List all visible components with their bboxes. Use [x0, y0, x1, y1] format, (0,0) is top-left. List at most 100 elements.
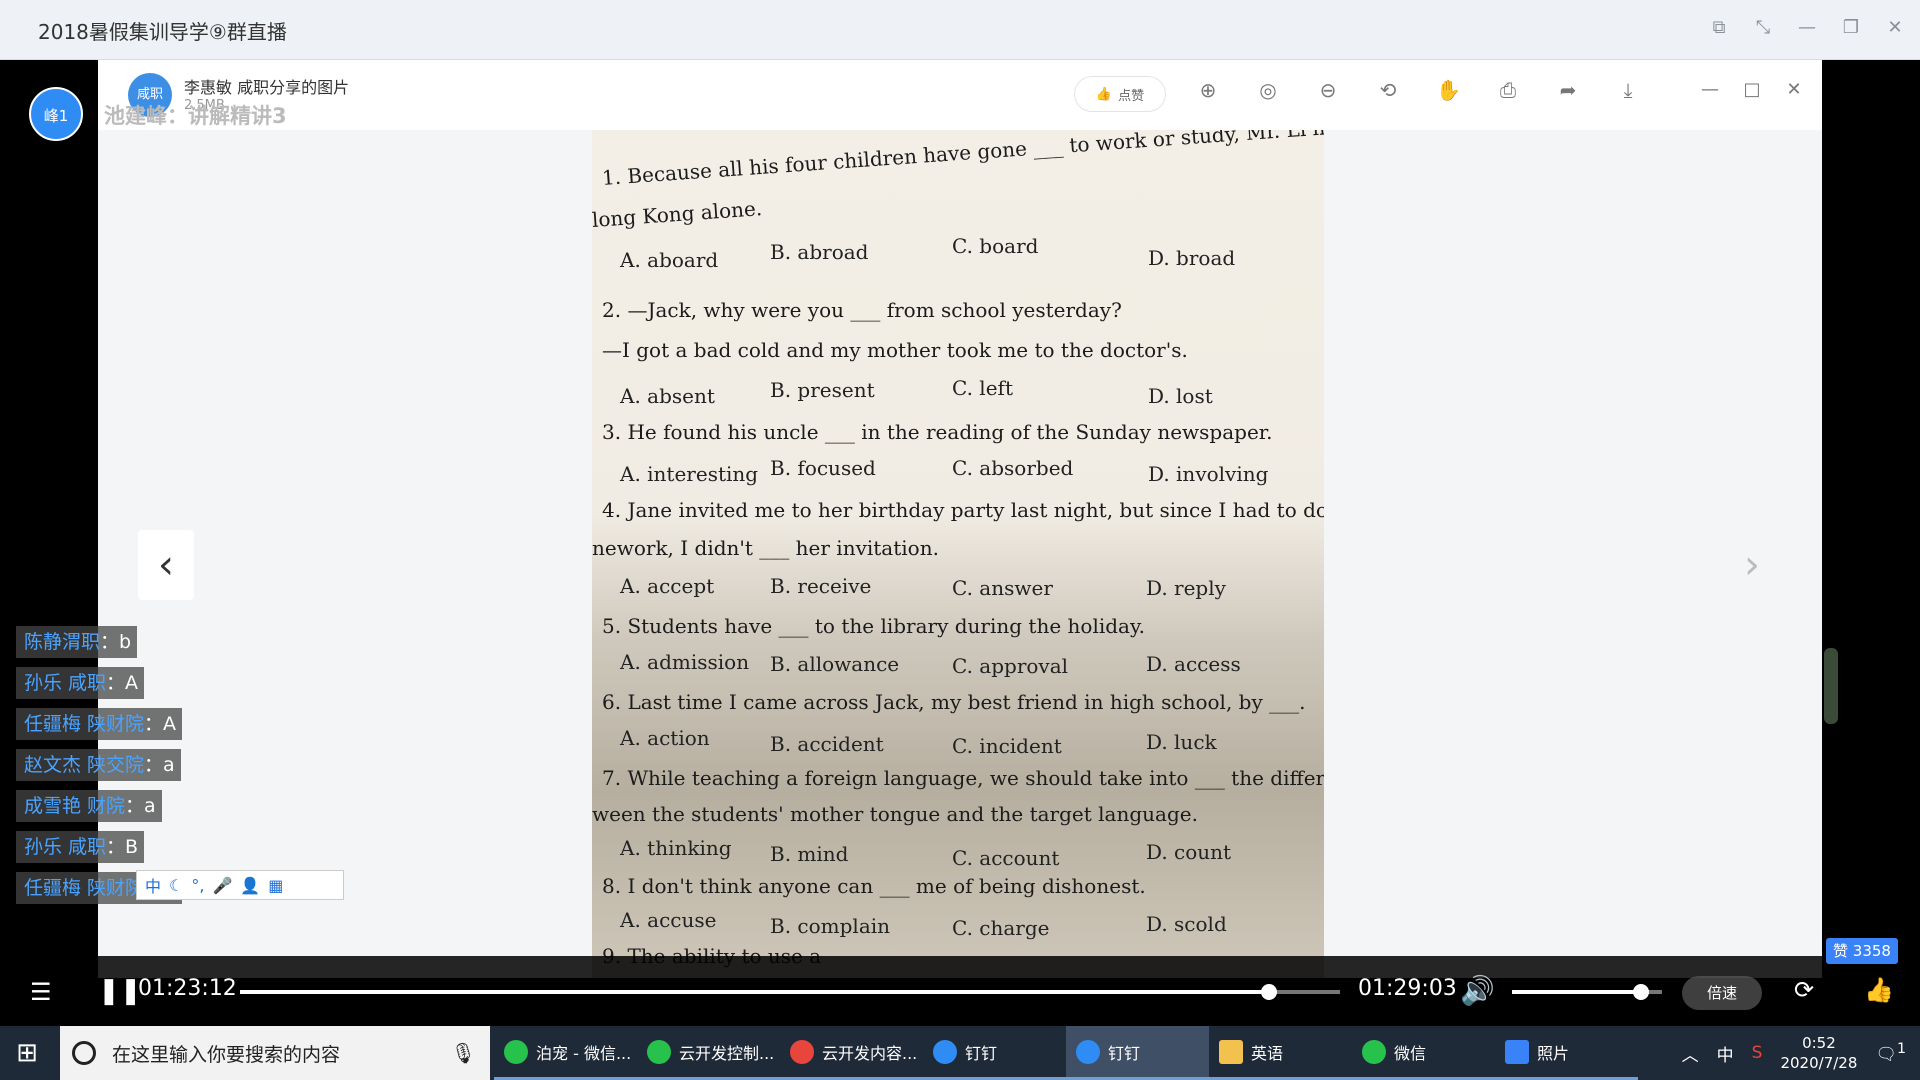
- playback-speed-button[interactable]: 倍速: [1682, 976, 1762, 1010]
- chat-message: 赵文杰 陕交院：a: [16, 749, 181, 781]
- taskbar-item[interactable]: 云开发控制...: [637, 1026, 780, 1080]
- taskbar-item[interactable]: 云开发内容...: [780, 1026, 923, 1080]
- zoom-out-icon[interactable]: ⊖: [1316, 78, 1340, 102]
- actual-size-icon[interactable]: ◎: [1256, 78, 1280, 102]
- cortana-icon: [72, 1041, 96, 1065]
- mic-icon[interactable]: 🎤: [212, 876, 232, 895]
- question-3: 3. He found his uncle ___ in the reading…: [602, 420, 1273, 444]
- taskbar-apps: 泊宠 - 微信... 云开发控制... 云开发内容... 钉钉 钉钉 英语 微信…: [494, 1026, 1638, 1080]
- taskbar-item[interactable]: 照片: [1495, 1026, 1638, 1080]
- taskbar-item[interactable]: 钉钉: [923, 1026, 1066, 1080]
- question-7: 7. While teaching a foreign language, we…: [602, 766, 1324, 790]
- moon-icon[interactable]: ☾: [169, 876, 183, 895]
- chat-message: 孙乐 咸职：B: [16, 831, 145, 863]
- image-viewer-window: 咸职 李惠敏 咸职分享的图片 2.5MB 👍 点赞 ⊕ ◎ ⊖ ⟲ ✋ ⎙ ➦ …: [98, 60, 1838, 978]
- wechat-icon: [504, 1039, 528, 1064]
- chevron-right-icon: ›: [1744, 542, 1760, 588]
- restore-icon[interactable]: ❐: [1840, 16, 1862, 40]
- chat-message: 孙乐 咸职：A: [16, 667, 145, 699]
- notification-icon[interactable]: 🗨1: [1875, 1041, 1906, 1065]
- current-time: 01:23:12: [138, 976, 237, 1001]
- viewer-header: 咸职 李惠敏 咸职分享的图片 2.5MB 👍 点赞 ⊕ ◎ ⊖ ⟲ ✋ ⎙ ➦ …: [98, 60, 1822, 130]
- seek-bar-fill: [240, 990, 1269, 994]
- image-stage: 1. Because all his four children have go…: [98, 130, 1838, 978]
- like-button[interactable]: 👍 点赞: [1074, 76, 1166, 112]
- photos-icon: [1505, 1039, 1529, 1064]
- question-2: 2. —Jack, why were you ___ from school y…: [602, 298, 1122, 322]
- previous-image-button[interactable]: ‹: [138, 530, 194, 600]
- user-icon[interactable]: 👤: [240, 876, 260, 895]
- question-5: 5. Students have ___ to the library duri…: [602, 614, 1145, 638]
- wechat-devtools-icon: [647, 1039, 671, 1064]
- hand-icon[interactable]: ✋: [1436, 78, 1461, 102]
- minimize-icon[interactable]: —: [1796, 16, 1818, 40]
- volume-icon[interactable]: 🔊: [1460, 974, 1495, 1007]
- viewer-minimize-icon[interactable]: —: [1700, 78, 1720, 102]
- question-4: 4. Jane invited me to her birthday party…: [602, 498, 1324, 522]
- input-language[interactable]: 中: [1717, 1041, 1734, 1066]
- thumbs-up-icon: 👍: [1095, 86, 1113, 102]
- window-controls: ⧉ ⤡ — ❐ ✕: [1708, 16, 1906, 40]
- windows-taskbar: ⊞ 在这里输入你要搜索的内容 🎙 泊宠 - 微信... 云开发控制... 云开发…: [0, 1026, 1920, 1080]
- dingtalk-icon: [933, 1039, 957, 1064]
- window-titlebar: 2018暑假集训导学⑨群直播 ⧉ ⤡ — ❐ ✕: [0, 0, 1920, 60]
- question-6: 6. Last time I came across Jack, my best…: [602, 690, 1306, 714]
- print-icon[interactable]: ⎙: [1496, 78, 1520, 102]
- taskbar-search[interactable]: 在这里输入你要搜索的内容 🎙: [60, 1026, 490, 1080]
- windows-start-icon[interactable]: ⊞: [12, 1038, 42, 1068]
- wechat-icon: [1362, 1039, 1386, 1064]
- viewer-title: 李惠敏 咸职分享的图片: [184, 78, 350, 97]
- taskbar-item[interactable]: 泊宠 - 微信...: [494, 1026, 637, 1080]
- dingtalk-icon: [1076, 1039, 1100, 1064]
- viewer-maximize-icon[interactable]: □: [1742, 78, 1762, 102]
- subtitle-list-icon[interactable]: ☰: [30, 978, 52, 1006]
- question-4-cont: nework, I didn't ___ her invitation.: [592, 536, 939, 560]
- clock[interactable]: 0:52 2020/7/28: [1780, 1033, 1857, 1073]
- ime-toolbar[interactable]: 中 ☾ °, 🎤 👤 ▦: [136, 870, 344, 900]
- chevron-left-icon: ‹: [158, 542, 174, 588]
- viewer-window-controls: — □ ✕: [1700, 78, 1804, 102]
- microphone-icon[interactable]: 🎙: [451, 1041, 476, 1065]
- folder-icon: [1219, 1039, 1243, 1064]
- volume-bar-fill: [1512, 990, 1641, 994]
- total-time: 01:29:03: [1358, 976, 1457, 1001]
- volume-knob[interactable]: [1633, 984, 1649, 1000]
- presenter-overlay-name: 池建峰：讲解精讲3: [104, 104, 287, 128]
- ime-mode[interactable]: 中: [145, 873, 161, 897]
- side-scroll-handle[interactable]: [1824, 648, 1838, 724]
- window-title: 2018暑假集训导学⑨群直播: [38, 20, 287, 44]
- grid-icon[interactable]: ▦: [268, 876, 283, 895]
- question-8: 8. I don't think anyone can ___ me of be…: [602, 874, 1146, 898]
- question-7-cont: ween the students' mother tongue and the…: [592, 802, 1198, 826]
- share-icon[interactable]: ➦: [1556, 78, 1580, 102]
- pause-icon[interactable]: ❚❚: [98, 976, 142, 1006]
- chat-message: 成雪艳 财院：a: [16, 790, 162, 822]
- worksheet-photo: 1. Because all his four children have go…: [592, 130, 1324, 978]
- sogou-icon[interactable]: S: [1752, 1043, 1763, 1063]
- close-icon[interactable]: ✕: [1884, 16, 1906, 40]
- taskbar-item[interactable]: 钉钉: [1066, 1026, 1209, 1080]
- punctuation-icon[interactable]: °,: [191, 876, 204, 895]
- chrome-icon: [790, 1039, 814, 1064]
- viewer-toolbar: ⊕ ◎ ⊖ ⟲ ✋ ⎙ ➦ ⤓: [1196, 78, 1640, 102]
- seek-knob[interactable]: [1260, 984, 1277, 1000]
- player-controls: ☰ ❚❚ 01:23:12 01:29:03 🔊 ⟳ 👍: [0, 968, 1920, 1026]
- fullscreen-icon[interactable]: ⤡: [1752, 16, 1774, 40]
- next-image-button[interactable]: ›: [1724, 530, 1780, 600]
- taskbar-item[interactable]: 英语: [1209, 1026, 1352, 1080]
- viewer-close-icon[interactable]: ✕: [1784, 78, 1804, 102]
- rotate-icon[interactable]: ⟲: [1376, 78, 1400, 102]
- chat-message: 任疆梅 陕财院：A: [16, 708, 183, 740]
- like-label: 点赞: [1118, 88, 1145, 104]
- system-tray: ︿ 中 S 0:52 2020/7/28 🗨1: [1682, 1026, 1920, 1080]
- download-icon[interactable]: ⤓: [1616, 78, 1640, 102]
- zoom-in-icon[interactable]: ⊕: [1196, 78, 1220, 102]
- popout-icon[interactable]: ⧉: [1708, 16, 1730, 40]
- chat-message: 陈静渭职：b: [16, 626, 138, 658]
- likes-badge: 赞 3358: [1826, 938, 1898, 964]
- like-live-icon[interactable]: 👍: [1864, 976, 1894, 1004]
- tray-expand-icon[interactable]: ︿: [1682, 1041, 1699, 1066]
- search-placeholder: 在这里输入你要搜索的内容: [112, 1043, 341, 1066]
- rotate-screen-icon[interactable]: ⟳: [1794, 976, 1814, 1004]
- taskbar-item[interactable]: 微信: [1352, 1026, 1495, 1080]
